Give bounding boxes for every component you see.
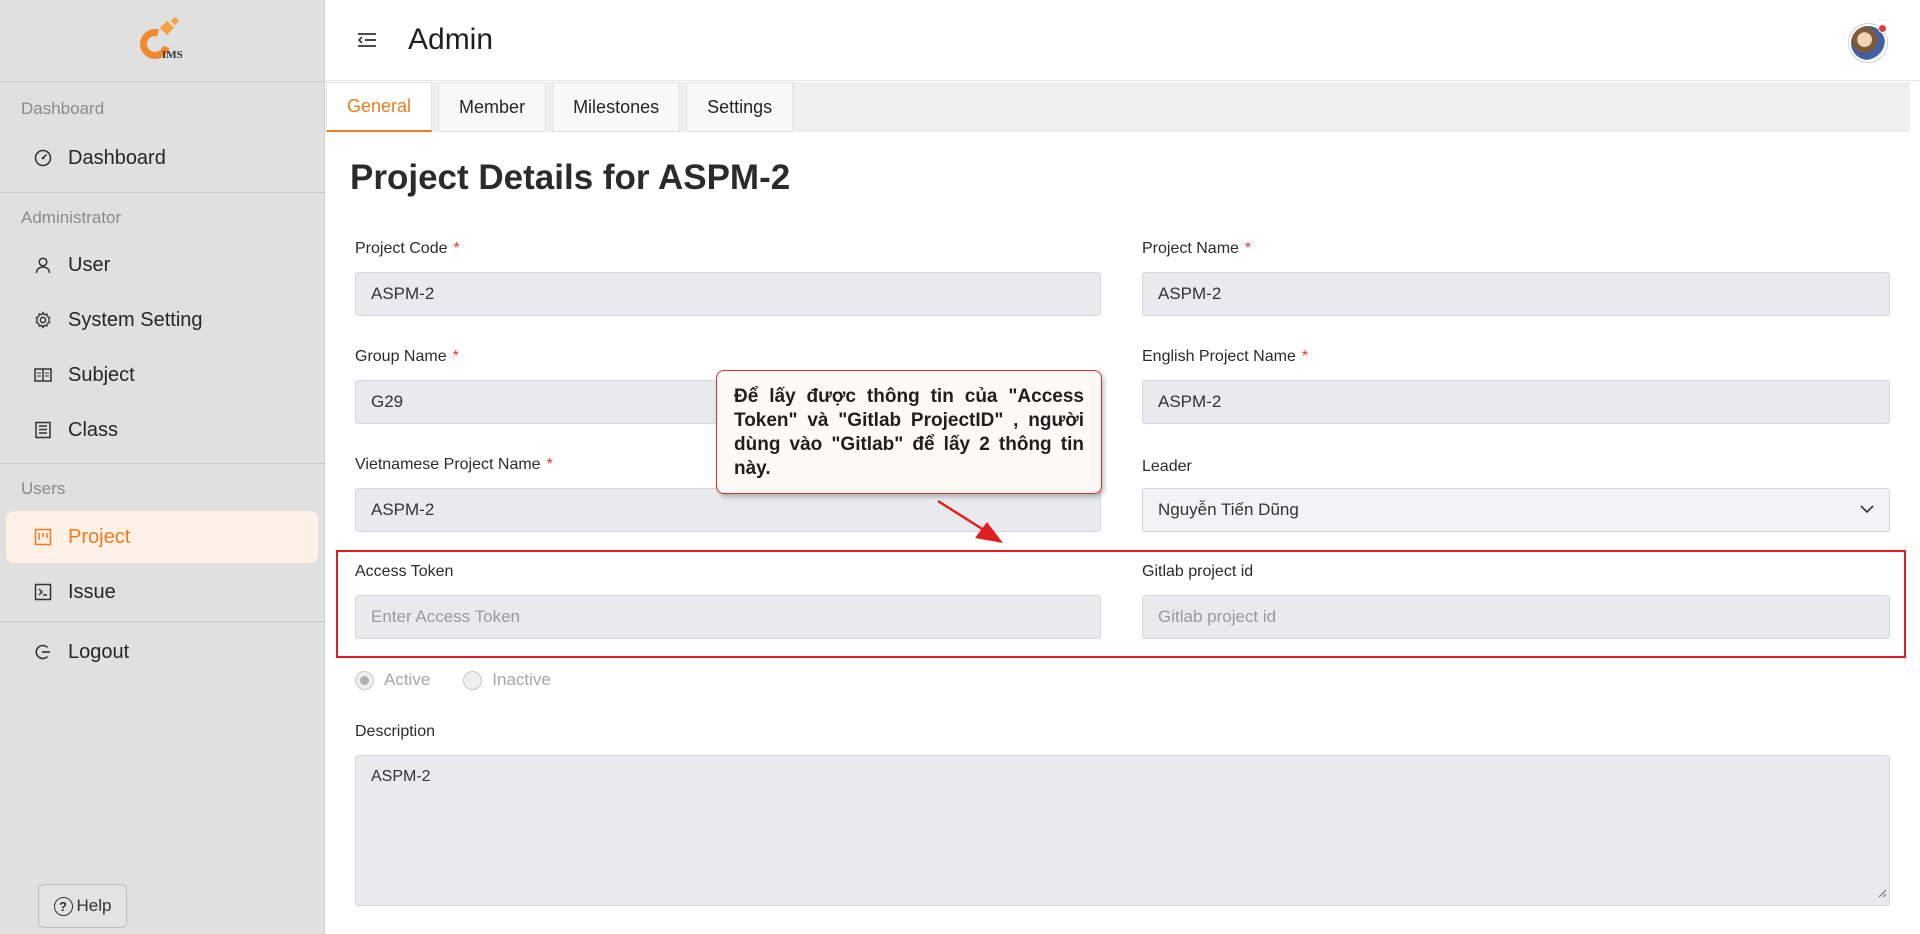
help-icon: ? bbox=[53, 896, 73, 916]
required-marker: * bbox=[1301, 348, 1309, 365]
sidebar-item-subject[interactable]: Subject bbox=[0, 347, 324, 403]
avatar[interactable] bbox=[1849, 24, 1887, 62]
ims-logo[interactable]: IMS bbox=[132, 15, 192, 67]
inactive-radio-label: Inactive bbox=[492, 670, 551, 689]
user-icon bbox=[34, 256, 52, 274]
menu-toggle-icon[interactable] bbox=[356, 29, 378, 51]
sidebar-item-label: Dashboard bbox=[68, 146, 166, 169]
terminal-icon bbox=[34, 583, 52, 601]
project-name-input[interactable]: ASPM-2 bbox=[1142, 272, 1890, 316]
active-radio[interactable] bbox=[355, 670, 374, 690]
label-text: Vietnamese Project Name bbox=[355, 456, 541, 473]
tab-general[interactable]: General bbox=[326, 82, 433, 132]
section-label-users: Users bbox=[21, 479, 66, 498]
active-radio-label: Active bbox=[384, 670, 431, 689]
annotation-arrow-icon bbox=[937, 499, 1003, 543]
required-marker: * bbox=[453, 240, 460, 257]
sidebar-item-class[interactable]: Class bbox=[0, 403, 324, 457]
leader-label: Leader bbox=[1142, 458, 1192, 475]
sidebar-item-label: Issue bbox=[68, 580, 116, 603]
description-textarea[interactable]: ASPM-2 bbox=[355, 755, 1890, 906]
section-label-administrator: Administrator bbox=[21, 208, 122, 227]
vietnamese-project-name-label: Vietnamese Project Name * bbox=[355, 456, 553, 474]
page-title: Project Details for ASPM-2 bbox=[350, 158, 791, 197]
status-radio-group: Active Inactive bbox=[355, 670, 551, 690]
sidebar: IMS Dashboard Dashboard Administrator Us… bbox=[0, 0, 325, 934]
label-text: Project Name bbox=[1142, 240, 1239, 257]
logout-button[interactable]: Logout bbox=[0, 622, 324, 682]
inactive-radio[interactable] bbox=[463, 670, 483, 690]
group-name-label: Group Name * bbox=[355, 348, 459, 366]
project-code-input[interactable]: ASPM-2 bbox=[355, 272, 1101, 316]
resize-handle-icon[interactable] bbox=[1877, 885, 1887, 903]
description-label: Description bbox=[355, 723, 436, 740]
section-label-dashboard: Dashboard bbox=[21, 99, 105, 118]
description-text: ASPM-2 bbox=[371, 768, 431, 785]
annotation-callout: Để lấy được thông tin của "Access Token"… bbox=[716, 370, 1102, 494]
logo-text: IMS bbox=[162, 48, 183, 61]
logout-label: Logout bbox=[68, 640, 130, 663]
english-project-name-input[interactable]: ASPM-2 bbox=[1142, 380, 1890, 424]
project-code-label: Project Code * bbox=[355, 240, 460, 258]
sidebar-item-system-setting[interactable]: System Setting bbox=[0, 293, 324, 347]
gitlab-project-id-input[interactable]: Gitlab project id bbox=[1142, 595, 1890, 639]
sidebar-item-issue[interactable]: Issue bbox=[0, 563, 324, 621]
required-marker: * bbox=[1244, 240, 1252, 257]
project-icon bbox=[34, 528, 52, 546]
tab-settings[interactable]: Settings bbox=[686, 82, 794, 132]
logo-area: IMS bbox=[0, 0, 324, 82]
notification-dot bbox=[1878, 24, 1887, 33]
top-header: Admin bbox=[326, 0, 1920, 81]
book-icon bbox=[34, 366, 52, 384]
sidebar-item-label: User bbox=[68, 253, 111, 276]
label-text: Group Name bbox=[355, 348, 447, 365]
sidebar-item-user[interactable]: User bbox=[0, 237, 324, 293]
chevron-down-icon bbox=[1859, 501, 1875, 522]
gitlab-project-id-label: Gitlab project id bbox=[1142, 563, 1254, 580]
dashboard-icon bbox=[34, 149, 52, 167]
english-project-name-label: English Project Name * bbox=[1142, 348, 1308, 366]
logout-icon bbox=[34, 643, 52, 661]
label-text: English Project Name bbox=[1142, 348, 1296, 365]
sidebar-item-label: Subject bbox=[68, 363, 135, 386]
building-icon bbox=[34, 421, 52, 439]
required-marker: * bbox=[546, 456, 553, 473]
leader-selected-value: Nguyễn Tiến Dũng bbox=[1158, 500, 1299, 519]
required-marker: * bbox=[452, 348, 459, 365]
sidebar-item-dashboard[interactable]: Dashboard bbox=[0, 132, 324, 184]
access-token-input[interactable]: Enter Access Token bbox=[355, 595, 1101, 639]
help-label: Help bbox=[76, 896, 112, 915]
help-button[interactable]: ? Help bbox=[38, 884, 127, 928]
sidebar-item-label: Class bbox=[68, 418, 119, 441]
tab-bar: General Member Milestones Settings bbox=[326, 82, 1910, 132]
sidebar-item-label: Project bbox=[68, 525, 131, 548]
page-header-title: Admin bbox=[408, 23, 494, 56]
access-token-label: Access Token bbox=[355, 563, 454, 580]
sidebar-item-project[interactable]: Project bbox=[6, 511, 318, 563]
label-text: Project Code bbox=[355, 240, 448, 257]
project-name-label: Project Name * bbox=[1142, 240, 1251, 258]
tab-milestones[interactable]: Milestones bbox=[552, 82, 681, 132]
tab-member[interactable]: Member bbox=[438, 82, 547, 132]
sidebar-item-label: System Setting bbox=[68, 308, 203, 331]
leader-select[interactable]: Nguyễn Tiến Dũng bbox=[1142, 488, 1890, 532]
gear-icon bbox=[34, 311, 52, 329]
